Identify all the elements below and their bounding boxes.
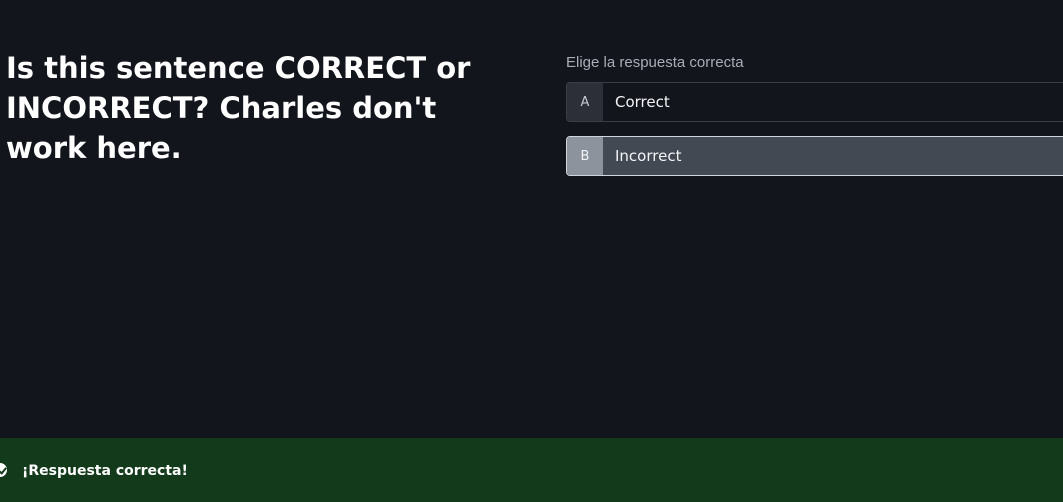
option-a-button[interactable]: A Correct [566, 82, 1063, 122]
option-a-label: Correct [615, 93, 670, 111]
option-b-button[interactable]: B Incorrect [566, 136, 1063, 176]
feedback-message: ¡Respuesta correcta! [22, 463, 188, 479]
check-circle-icon [0, 463, 7, 477]
option-a-letter: A [567, 83, 603, 121]
feedback-bar: ¡Respuesta correcta! [0, 438, 1063, 502]
answer-prompt: Elige la respuesta correcta [566, 54, 744, 71]
option-b-label: Incorrect [615, 147, 682, 165]
option-b-letter: B [567, 137, 603, 175]
question-text: Is this sentence CORRECT or INCORRECT? C… [6, 51, 471, 165]
